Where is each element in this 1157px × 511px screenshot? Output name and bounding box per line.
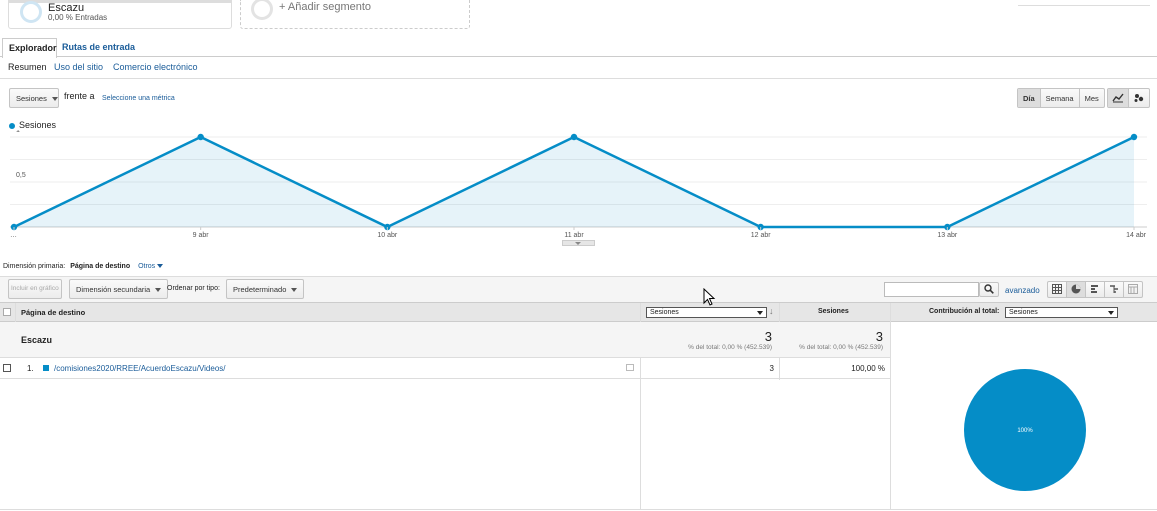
secondary-dimension-select[interactable]: Dimensión secundaria xyxy=(69,279,169,299)
chevron-down-icon xyxy=(575,242,581,245)
table-view-pivot-icon[interactable] xyxy=(1124,282,1142,297)
granularity-month[interactable]: Mes xyxy=(1080,89,1104,107)
x-tick-label: 9 abr xyxy=(193,232,210,239)
tab-explorador[interactable]: Explorador xyxy=(2,38,57,57)
y-tick-label: 1 xyxy=(16,130,20,134)
chart-type-group xyxy=(1107,88,1150,108)
contribution-pie-chart: 100% xyxy=(964,369,1086,491)
header-divider xyxy=(15,303,16,322)
x-tick-label: 10 abr xyxy=(377,232,398,239)
select-all-checkbox[interactable] xyxy=(3,308,11,316)
open-page-icon[interactable] xyxy=(626,364,634,371)
chart-collapse-handle[interactable] xyxy=(562,240,595,246)
chevron-down-icon xyxy=(51,97,58,102)
row-index: 1. xyxy=(27,364,34,373)
subnav-uso-del-sitio[interactable]: Uso del sitio xyxy=(54,62,103,72)
add-segment-button[interactable]: + Añadir segmento xyxy=(240,0,470,29)
col-metric-select-label: Sesiones xyxy=(650,309,679,316)
add-segment-label: + Añadir segmento xyxy=(279,1,372,13)
tab-divider xyxy=(0,56,1157,57)
segment-summary-name: Escazu xyxy=(21,335,53,345)
chevron-down-icon xyxy=(155,288,162,293)
tab-explorador-overlay xyxy=(2,56,57,58)
primary-dimension: Dimensión primaria: Página de destino Ot… xyxy=(3,263,164,270)
granularity-group: Día Semana Mes xyxy=(1017,88,1105,108)
motion-chart-icon[interactable] xyxy=(1129,89,1149,107)
line-chart-icon[interactable] xyxy=(1108,89,1129,107)
segment-summary-val2: 3 xyxy=(875,329,883,344)
subnav-resumen[interactable]: Resumen xyxy=(8,62,47,72)
pie-slice-label: 100% xyxy=(1017,428,1033,434)
table-view-group xyxy=(1047,281,1143,298)
row-color-swatch xyxy=(43,365,49,371)
data-point xyxy=(197,133,204,141)
chevron-down-icon xyxy=(1108,311,1114,315)
segment-summary-val1-sub: % del total: 0,00 % (452.539) xyxy=(688,344,772,351)
table-view-grid-icon[interactable] xyxy=(1048,282,1067,297)
row-val2: 100,00 % xyxy=(851,364,885,373)
select-metric-link[interactable]: Seleccione una métrica xyxy=(102,95,175,102)
tab-rutas-de-entrada[interactable]: Rutas de entrada xyxy=(56,38,141,57)
chevron-down-icon xyxy=(757,311,763,315)
primary-dimension-value: Página de destino xyxy=(70,263,131,270)
header-divider xyxy=(890,303,891,510)
secondary-dimension-label: Dimensión secundaria xyxy=(76,285,151,294)
versus-label: frente a xyxy=(64,91,95,101)
include-in-chart-button[interactable]: Incluir en gráfico xyxy=(8,279,62,299)
search-icon xyxy=(984,284,994,294)
data-point xyxy=(1130,133,1138,141)
col-header-landing-page[interactable]: Página de destino xyxy=(21,308,85,317)
table-view-pie-icon[interactable] xyxy=(1067,282,1086,297)
mouse-cursor-icon xyxy=(703,288,716,306)
subnav-comercio-electronico[interactable]: Comercio electrónico xyxy=(113,62,198,72)
table-view-compare-icon[interactable] xyxy=(1105,282,1124,297)
contribution-select[interactable]: Sesiones xyxy=(1005,307,1118,318)
segment-summary-val1: 3 xyxy=(764,329,772,344)
top-right-divider xyxy=(1018,5,1150,6)
chart-legend: Sesiones xyxy=(9,120,56,130)
granularity-day[interactable]: Día xyxy=(1018,89,1041,107)
segment-color-icon xyxy=(20,1,42,23)
x-tick-label: 11 abr xyxy=(564,232,584,239)
subnav-divider xyxy=(0,78,1157,79)
primary-dimension-label: Dimensión primaria: xyxy=(3,263,66,270)
row-page-link[interactable]: /comisiones2020/RREE/AcuerdoEscazu/Video… xyxy=(54,364,226,373)
chevron-down-icon xyxy=(157,264,164,269)
advanced-filter-link[interactable]: avanzado xyxy=(1005,286,1040,295)
x-tick-label: … xyxy=(10,232,17,239)
y-tick-label: 0,5 xyxy=(16,172,26,179)
contribution-label: Contribución al total: xyxy=(929,308,1000,315)
bottom-divider xyxy=(0,509,1157,510)
col-header-sessions[interactable]: Sesiones xyxy=(818,308,849,315)
row-val1: 3 xyxy=(769,364,774,373)
chevron-down-icon xyxy=(291,288,298,293)
sort-desc-icon[interactable]: ↓ xyxy=(769,306,774,316)
x-tick-label: 12 abr xyxy=(751,232,772,239)
sort-type-label: Predeterminado xyxy=(233,285,287,294)
sort-type-select[interactable]: Predeterminado xyxy=(226,279,305,299)
segment-subtitle: 0,00 % Entradas xyxy=(48,13,108,22)
granularity-week[interactable]: Semana xyxy=(1041,89,1080,107)
x-tick-label: 13 abr xyxy=(937,232,958,239)
legend-dot xyxy=(9,122,15,129)
col-metric-select[interactable]: Sesiones xyxy=(646,307,767,318)
data-point xyxy=(570,133,578,141)
table-view-bar-icon[interactable] xyxy=(1086,282,1105,297)
sessions-line-chart: 1 0,5 … 9 abr 10 abr 11 abr 12 abr 13 abr 14 abr xyxy=(10,130,1147,239)
segment-escazu[interactable]: Escazu 0,00 % Entradas xyxy=(8,0,232,29)
legend-label: Sesiones xyxy=(19,120,57,130)
sort-label: Ordenar por tipo: xyxy=(167,285,220,292)
metric-select[interactable]: Sesiones xyxy=(9,88,59,108)
segment-summary-val2-sub: % del total: 0,00 % (452.539) xyxy=(799,344,883,351)
row-checkbox[interactable] xyxy=(3,364,11,372)
metric-select-label: Sesiones xyxy=(16,94,47,103)
table-search-input[interactable] xyxy=(884,282,979,297)
other-dimensions-link[interactable]: Otros xyxy=(138,263,164,270)
search-button[interactable] xyxy=(979,282,999,297)
x-tick-label: 14 abr xyxy=(1126,232,1147,239)
contribution-select-label: Sesiones xyxy=(1009,309,1038,316)
add-segment-icon xyxy=(251,0,273,20)
